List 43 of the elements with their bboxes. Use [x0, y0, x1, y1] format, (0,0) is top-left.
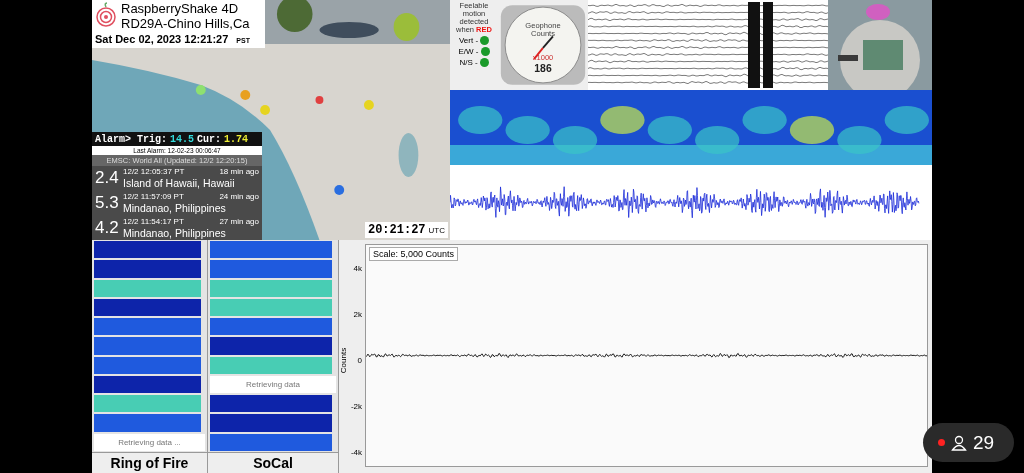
channel-label: N/S - — [459, 58, 478, 67]
quake-place: Island of Hawaii, Hawaii — [123, 177, 236, 190]
quake-time: 12/2 11:57:09 PT — [123, 192, 185, 202]
magnitude: 5.3 — [95, 193, 120, 213]
trigger-value: 14.5 — [170, 133, 195, 145]
tick-label: 2k — [352, 310, 362, 319]
channel-label: Vert - — [458, 36, 479, 45]
magnitude: 2.4 — [95, 168, 120, 189]
scale-label: Scale: 5,000 Counts — [369, 247, 459, 261]
gauge-multiplier: x1000 — [532, 53, 554, 63]
quake-age: 18 min ago — [219, 167, 259, 177]
quake-place: Mindanao, Philippines — [123, 226, 227, 239]
column-title: Ring of Fire — [92, 451, 207, 473]
gauge-title: Geophone — [525, 20, 561, 30]
current-value: 1.74 — [224, 133, 249, 145]
quake-age: 27 min ago — [219, 216, 259, 226]
tick-label: -2k — [350, 402, 362, 411]
tick-label: 0 — [356, 356, 362, 365]
gauge-unit: Counts — [531, 29, 555, 39]
date-time: Sat Dec 02, 2023 12:21:27 — [95, 32, 229, 45]
gauge-needle — [533, 35, 554, 61]
column-title: SoCal — [208, 451, 338, 473]
brand-name: RaspberryShake 4D — [121, 2, 240, 18]
quake-time: 12/2 11:54:17 PT — [123, 216, 185, 226]
loading-message: Retrieving data — [210, 375, 336, 394]
person-icon — [951, 434, 967, 451]
channel-label: E/W - — [458, 47, 479, 56]
clock-timezone: UTC — [428, 226, 445, 235]
quake-age: 24 min ago — [219, 192, 259, 202]
clock-time: 20:21:27 — [367, 223, 426, 237]
loading-message: Retrieving data ... — [94, 433, 205, 451]
quake-place: Mindanao, Philippines — [123, 201, 227, 214]
tick-label: 4k — [352, 264, 362, 273]
station-name: RD29A-Chino Hills,Ca — [121, 17, 251, 33]
quake-time: 12/2 12:05:37 PT — [123, 167, 186, 177]
tick-label: -4k — [350, 448, 362, 457]
alarm-label: Alarm> Trig: — [95, 133, 167, 145]
raspberry-logo-icon — [95, 2, 117, 28]
gauge-reading: 186 — [534, 63, 552, 75]
axis-label: Counts — [339, 347, 349, 373]
current-label: Cur: — [197, 133, 222, 145]
viewer-count: 29 — [973, 431, 995, 454]
magnitude: 4.2 — [95, 217, 120, 238]
